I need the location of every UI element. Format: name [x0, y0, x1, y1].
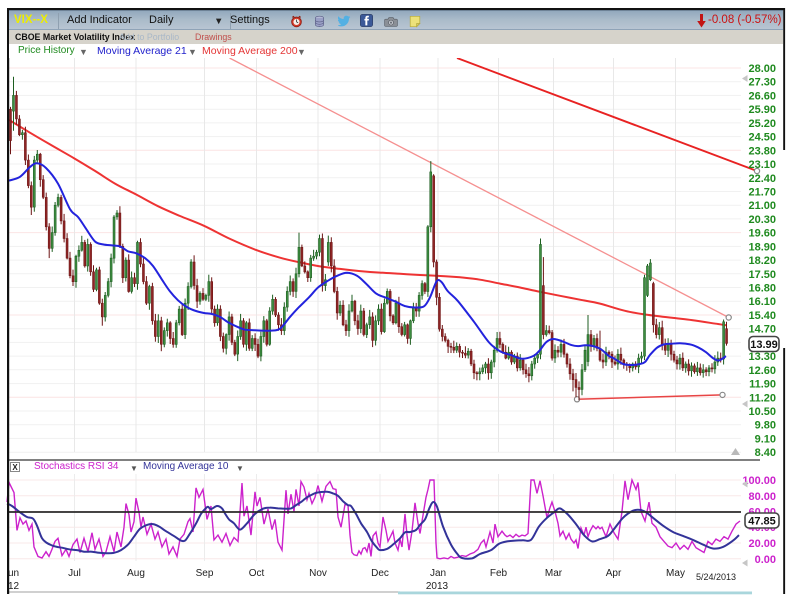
- svg-text:Mar: Mar: [545, 568, 563, 579]
- svg-text:16.80: 16.80: [748, 283, 776, 295]
- svg-text:19.60: 19.60: [748, 228, 776, 240]
- svg-text:Nov: Nov: [309, 568, 327, 579]
- svg-text:Jan: Jan: [430, 568, 446, 579]
- svg-text:Feb: Feb: [490, 568, 508, 579]
- svg-text:47.85: 47.85: [748, 516, 776, 528]
- svg-text:0.00: 0.00: [755, 554, 776, 566]
- svg-text:5/24/2013: 5/24/2013: [696, 572, 736, 582]
- svg-text:Jul: Jul: [68, 568, 81, 579]
- svg-text:13.99: 13.99: [750, 339, 778, 351]
- svg-text:9.80: 9.80: [755, 420, 776, 432]
- svg-text:18.90: 18.90: [748, 241, 776, 253]
- svg-text:20.00: 20.00: [748, 538, 776, 550]
- svg-text:10.50: 10.50: [748, 406, 776, 418]
- svg-text:8.40: 8.40: [755, 447, 776, 459]
- svg-text:22.40: 22.40: [748, 173, 776, 185]
- svg-text:12: 12: [8, 581, 20, 592]
- svg-text:9.10: 9.10: [755, 433, 776, 445]
- svg-text:14.70: 14.70: [748, 324, 776, 336]
- svg-text:Dec: Dec: [371, 568, 389, 579]
- svg-text:27.30: 27.30: [748, 77, 776, 89]
- svg-text:23.80: 23.80: [748, 145, 776, 157]
- svg-text:16.10: 16.10: [748, 296, 776, 308]
- svg-text:Oct: Oct: [249, 568, 265, 579]
- svg-text:2013: 2013: [426, 581, 449, 592]
- svg-text:28.00: 28.00: [748, 63, 776, 75]
- svg-text:20.30: 20.30: [748, 214, 776, 226]
- svg-text:11.90: 11.90: [749, 379, 776, 391]
- svg-text:15.40: 15.40: [748, 310, 776, 322]
- svg-text:26.60: 26.60: [748, 90, 776, 102]
- svg-text:80.00: 80.00: [748, 491, 776, 503]
- svg-text:Apr: Apr: [606, 568, 622, 579]
- svg-text:25.90: 25.90: [748, 104, 776, 116]
- svg-text:17.50: 17.50: [748, 269, 776, 281]
- svg-text:21.00: 21.00: [748, 200, 776, 212]
- svg-text:11.20: 11.20: [749, 392, 776, 404]
- svg-text:25.20: 25.20: [748, 118, 776, 130]
- svg-text:un: un: [8, 568, 19, 579]
- svg-text:Sep: Sep: [196, 568, 214, 579]
- svg-text:May: May: [666, 568, 685, 579]
- svg-text:18.20: 18.20: [748, 255, 776, 267]
- svg-text:12.60: 12.60: [748, 365, 776, 377]
- svg-text:Aug: Aug: [127, 568, 145, 579]
- svg-text:24.50: 24.50: [748, 132, 776, 144]
- svg-text:13.30: 13.30: [748, 351, 776, 363]
- svg-text:23.10: 23.10: [748, 159, 776, 171]
- svg-text:21.70: 21.70: [748, 187, 776, 199]
